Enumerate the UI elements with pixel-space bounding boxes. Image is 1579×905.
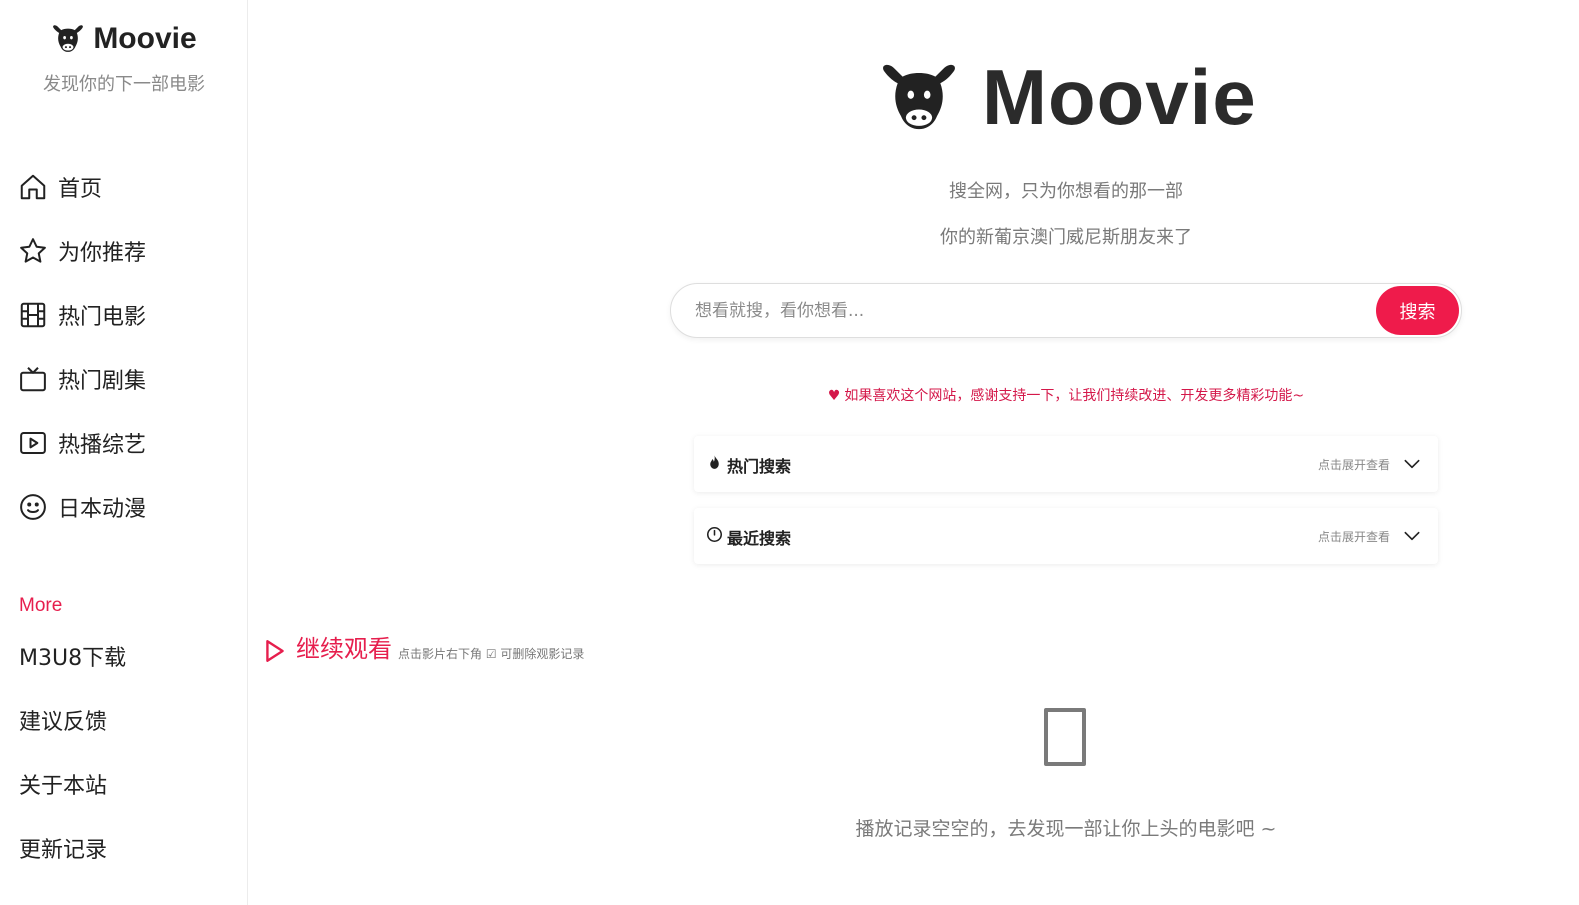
more-item-changelog[interactable]: 更新记录 [19, 816, 126, 880]
hero-slogan: 搜全网，只为你想看的那一部 [949, 181, 1183, 202]
chevron-down-icon[interactable] [1402, 454, 1422, 474]
star-icon [20, 238, 46, 263]
search-box: 搜索 [670, 283, 1462, 338]
brand-link[interactable]: Moovie [51, 22, 197, 56]
support-note-text: 如果喜欢这个网站，感谢支持一下，让我们持续改进、开发更多精彩功能~ [844, 388, 1305, 404]
more-section-title: More [19, 595, 63, 616]
nav-item-label: 热门电影 [58, 305, 147, 330]
play-triangle-icon [266, 640, 284, 662]
more-item-feedback[interactable]: 建议反馈 [19, 688, 126, 752]
play-icon [20, 432, 46, 454]
nav-item-anime[interactable]: 日本动漫 [18, 475, 238, 539]
more-item-about[interactable]: 关于本站 [19, 752, 126, 816]
support-note[interactable]: ♥ 如果喜欢这个网站，感谢支持一下，让我们持续改进、开发更多精彩功能~ [660, 385, 1472, 405]
search-input[interactable] [693, 296, 1373, 326]
nav-item-variety[interactable]: 热播综艺 [18, 411, 238, 475]
nav-item-hot-series[interactable]: 热门剧集 [18, 347, 238, 411]
hero-subslogan: 你的新葡京澳门威尼斯朋友来了 [940, 227, 1192, 248]
fire-icon [710, 455, 719, 469]
nav-item-label: 日本动漫 [58, 497, 147, 522]
hero-title: Moovie [982, 53, 1257, 141]
cow-logo-icon [53, 25, 84, 52]
search-button[interactable]: 搜索 [1376, 286, 1459, 335]
panel-hint: 点击展开查看 [1317, 458, 1390, 472]
continue-watching-header: 继续观看 点击影片右下角 ☑ 可删除观影记录 [264, 634, 584, 664]
heart-icon: ♥ [827, 388, 841, 404]
smile-icon [20, 494, 46, 520]
empty-state-text: 播放记录空空的，去发现一部让你上头的电影吧 ~ [855, 818, 1277, 840]
hero: Moovie [878, 52, 1257, 143]
tv-icon [20, 367, 46, 392]
brand-tagline: 发现你的下一部电影 [43, 74, 205, 95]
clock-icon [706, 526, 723, 543]
sidebar: Moovie 发现你的下一部电影 首页 为你推荐 热门电影 热门剧集 热播综艺 … [0, 0, 248, 905]
nav-item-hot-movies[interactable]: 热门电影 [18, 283, 238, 347]
main-nav: 首页 为你推荐 热门电影 热门剧集 热播综艺 日本动漫 [18, 155, 238, 539]
continue-watching-title: 继续观看 [296, 635, 392, 663]
brand: Moovie 发现你的下一部电影 [0, 22, 248, 96]
nav-item-home[interactable]: 首页 [18, 155, 238, 219]
panel-title: 热门搜索 [727, 457, 792, 476]
recent-search-panel[interactable]: 最近搜索 点击展开查看 [694, 508, 1438, 564]
continue-watching-hint: 点击影片右下角 ☑ 可删除观影记录 [398, 647, 585, 661]
nav-item-label: 热门剧集 [58, 369, 147, 394]
more-list: M3U8下载 建议反馈 关于本站 更新记录 [19, 624, 126, 880]
cow-logo-icon [883, 64, 955, 129]
panel-hint: 点击展开查看 [1317, 530, 1390, 544]
brand-name: Moovie [93, 22, 197, 55]
more-item-m3u8[interactable]: M3U8下载 [19, 624, 126, 688]
film-icon [20, 302, 46, 328]
nav-item-label: 首页 [58, 177, 103, 202]
nav-item-label: 热播综艺 [58, 433, 147, 458]
nav-item-recommend[interactable]: 为你推荐 [18, 219, 238, 283]
hot-search-panel[interactable]: 热门搜索 点击展开查看 [694, 436, 1438, 492]
home-icon [20, 174, 46, 200]
panel-title: 最近搜索 [727, 529, 792, 548]
chevron-down-icon[interactable] [1402, 526, 1422, 546]
nav-item-label: 为你推荐 [58, 241, 147, 266]
empty-placeholder-icon [1044, 708, 1086, 766]
